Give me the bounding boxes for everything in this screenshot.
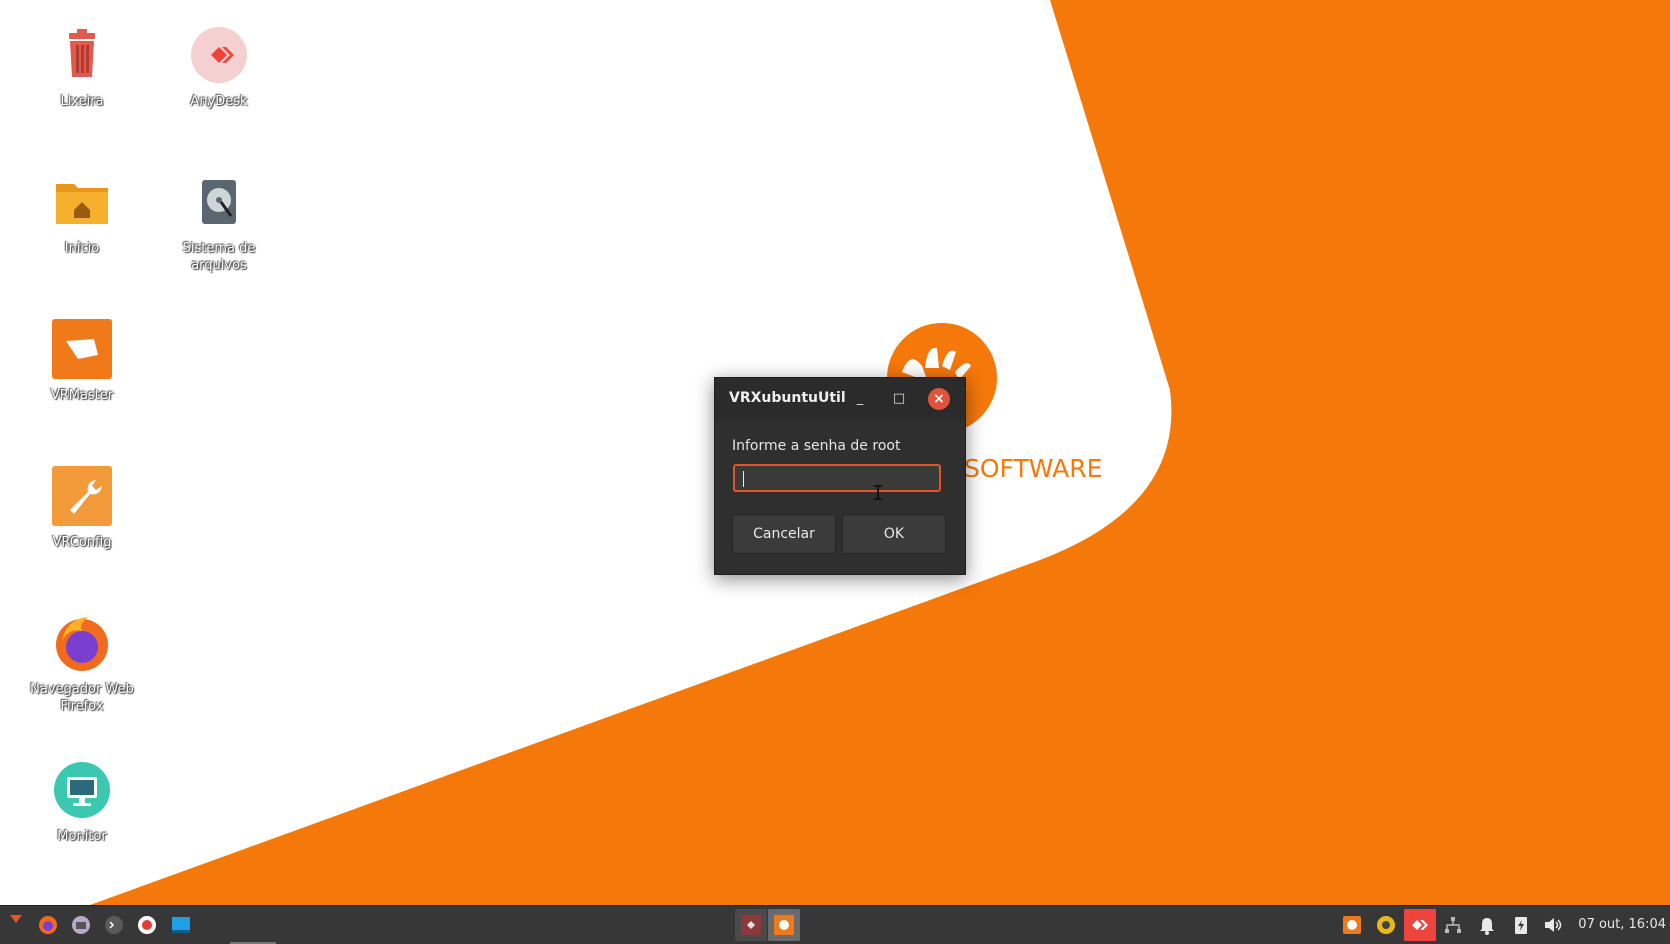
terminal-launcher-icon[interactable] bbox=[104, 915, 124, 935]
desktop-icon-anydesk[interactable]: AnyDesk bbox=[154, 25, 284, 110]
desktop-icon-label: Início bbox=[64, 241, 100, 256]
taskbar: 07 out, 16:04 bbox=[0, 905, 1670, 944]
battery-tray-icon[interactable] bbox=[1511, 915, 1531, 935]
desktop-icon-label: Lixeira bbox=[60, 94, 104, 109]
desktop-icon-label: Navegador Web Firefox bbox=[30, 682, 134, 714]
desktop-icon-vrconfig[interactable]: VRConfig bbox=[17, 466, 147, 551]
monitor-icon bbox=[52, 760, 112, 820]
file-manager-launcher-icon[interactable] bbox=[71, 915, 91, 935]
desktop-icon-home[interactable]: Início bbox=[17, 172, 147, 257]
network-tray-icon[interactable] bbox=[1443, 915, 1463, 935]
anydesk-tray-icon[interactable] bbox=[1404, 909, 1436, 941]
dialog-titlebar[interactable]: VRXubuntuUtil _ □ × bbox=[715, 378, 965, 420]
screen-recorder-launcher-icon[interactable] bbox=[137, 915, 157, 935]
wallpaper-brand-text: SOFTWARE bbox=[964, 454, 1102, 483]
close-button[interactable]: × bbox=[928, 388, 950, 410]
anydesk-window-button[interactable] bbox=[735, 909, 767, 941]
wrench-icon bbox=[52, 466, 112, 526]
trash-icon bbox=[52, 25, 112, 85]
vrxubuntuutil-window-button[interactable] bbox=[768, 909, 800, 941]
desktop-icon-label: Monitor bbox=[57, 829, 107, 844]
vr-tray-icon[interactable] bbox=[1342, 915, 1362, 935]
minimize-button[interactable]: _ bbox=[849, 388, 871, 410]
volume-tray-icon[interactable] bbox=[1543, 915, 1563, 935]
root-password-input[interactable] bbox=[733, 464, 941, 492]
vrmaster-icon bbox=[52, 319, 112, 379]
notification-bell-icon[interactable] bbox=[1477, 915, 1497, 935]
desktop-icon-label: VRMaster bbox=[50, 388, 114, 403]
ok-button[interactable]: OK bbox=[842, 514, 946, 554]
desktop-launcher-icon[interactable] bbox=[171, 915, 191, 935]
desktop-icon-firefox[interactable]: Navegador Web Firefox bbox=[17, 613, 147, 715]
desktop-icon-label: VRConfig bbox=[52, 535, 112, 550]
desktop-icon-label: AnyDesk bbox=[190, 94, 248, 109]
dialog-title: VRXubuntuUtil bbox=[729, 390, 846, 406]
cancel-button[interactable]: Cancelar bbox=[732, 514, 836, 554]
anydesk-icon bbox=[189, 25, 249, 85]
filesystem-icon bbox=[189, 172, 249, 232]
password-dialog: VRXubuntuUtil _ □ × Informe a senha de r… bbox=[714, 377, 966, 575]
clock[interactable]: 07 out, 16:04 bbox=[1578, 917, 1666, 932]
desktop-icon-vrmaster[interactable]: VRMaster bbox=[17, 319, 147, 404]
home-folder-icon bbox=[52, 172, 112, 232]
firefox-icon bbox=[52, 613, 112, 673]
update-tray-icon[interactable] bbox=[1376, 915, 1396, 935]
desktop-icon-trash[interactable]: Lixeira bbox=[17, 25, 147, 110]
desktop-icon-filesystem[interactable]: Sistema de arquivos bbox=[154, 172, 284, 274]
firefox-launcher-icon[interactable] bbox=[38, 915, 58, 935]
password-prompt: Informe a senha de root bbox=[732, 438, 901, 454]
desktop: SOFTWARE Lixeira Início VRMaster VRConfi… bbox=[0, 0, 1670, 905]
ibeam-cursor-icon: I bbox=[872, 481, 885, 505]
whisker-menu-icon[interactable] bbox=[8, 913, 24, 929]
text-caret bbox=[743, 471, 744, 487]
desktop-icon-label: Sistema de arquivos bbox=[182, 241, 256, 273]
maximize-button[interactable]: □ bbox=[888, 388, 910, 410]
desktop-icon-monitor[interactable]: Monitor bbox=[17, 760, 147, 845]
